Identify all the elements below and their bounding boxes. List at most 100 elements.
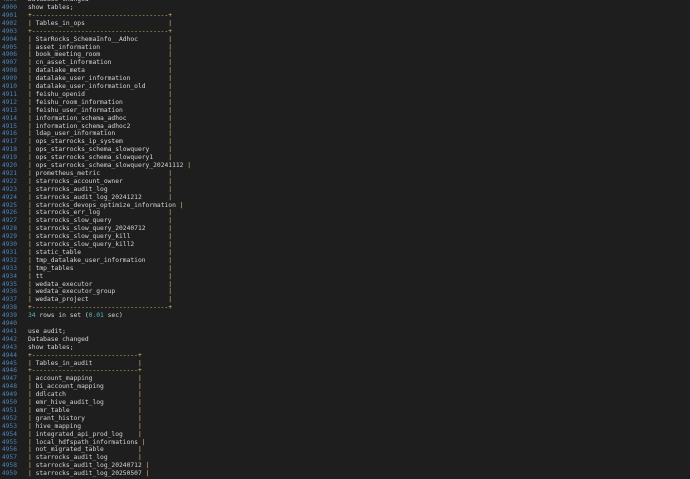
line-text: | cn_asset_information | bbox=[28, 59, 173, 67]
line-text: | emr_table | bbox=[28, 406, 142, 414]
line-number: 4942 bbox=[1, 335, 17, 343]
line-text: +----------------------------+ bbox=[28, 367, 142, 375]
line-text: | wedata_project | bbox=[28, 296, 173, 304]
terminal-line: 4908 | datalake_meta | bbox=[0, 67, 690, 75]
line-number: 4902 bbox=[1, 19, 17, 27]
line-number: 4940 bbox=[1, 320, 17, 327]
line-number: 4916 bbox=[1, 130, 17, 138]
terminal-line: 4924 | starrocks_audit_log_20241212 | bbox=[0, 194, 690, 202]
terminal-line: 4928 | starrocks_slow_query_20240712 | bbox=[0, 225, 690, 233]
line-text: | starrocks_audit_log_20241212 | bbox=[28, 193, 173, 201]
line-number: 4949 bbox=[1, 391, 17, 399]
line-number: 4958 bbox=[1, 462, 17, 470]
terminal-line: 4915 | information_schema_adhoc2 | bbox=[0, 123, 690, 131]
terminal-line: 4932 | tmp_datalake_user_information | bbox=[0, 257, 690, 265]
line-text: Database changed bbox=[28, 335, 89, 343]
line-text: | starrocks_audit_log_20250507 | bbox=[28, 470, 150, 478]
line-number: 4938 bbox=[1, 304, 17, 312]
line-number: 4917 bbox=[1, 138, 17, 146]
line-number: 4910 bbox=[1, 83, 17, 90]
terminal-line: 4900 show tables; bbox=[0, 4, 690, 12]
line-number: 4913 bbox=[1, 106, 17, 114]
line-number: 4936 bbox=[1, 288, 17, 296]
terminal-line: 4937 | wedata_project | bbox=[0, 296, 690, 304]
terminal-line: 4957 | starrocks_audit_log | bbox=[0, 454, 690, 462]
line-text: | datalake_meta | bbox=[28, 67, 173, 75]
line-text: | tt | bbox=[28, 272, 173, 280]
line-text: | emr_hive_audit_log | bbox=[28, 399, 142, 406]
line-text: | tmp_datalake_user_information | bbox=[28, 256, 173, 264]
line-number: 4951 bbox=[1, 406, 17, 414]
terminal-line: 4959 | starrocks_audit_log_20250507 | bbox=[0, 470, 690, 478]
line-number: 4925 bbox=[1, 201, 17, 209]
line-text: | datalake_user_information | bbox=[28, 75, 173, 83]
line-number: 4957 bbox=[1, 454, 17, 462]
terminal-line: 4941 use audit; bbox=[0, 328, 690, 336]
terminal-line: 4929 | starrocks_slow_query_kill | bbox=[0, 233, 690, 241]
line-number: 4912 bbox=[1, 98, 17, 106]
line-number: 4955 bbox=[1, 438, 17, 446]
terminal-line: 4920 | ops_starrocks_schema_slowquery_202… bbox=[0, 162, 690, 170]
terminal-line: 4921 | prometheus_metric | bbox=[0, 170, 690, 178]
terminal-line: 4916 | ldap_user_information | bbox=[0, 130, 690, 138]
line-text: | feishu_room_information | bbox=[28, 98, 173, 106]
line-text: +------------------------------------+ bbox=[28, 11, 173, 19]
line-text: | book_meeting_room | bbox=[28, 51, 173, 59]
line-text: +------------------------------------+ bbox=[28, 27, 173, 35]
line-text: | starrocks_audit_log | bbox=[28, 185, 173, 193]
line-text: | account_mapping | bbox=[28, 375, 142, 383]
terminal-line: 4902 | Tables_in_ops | bbox=[0, 20, 690, 28]
line-text: | Tables_in_audit | bbox=[28, 359, 142, 367]
terminal-line: 4953 | hive_mapping | bbox=[0, 423, 690, 431]
line-text: | not_migrated_table | bbox=[28, 446, 142, 454]
line-text: | feishu_openid | bbox=[28, 90, 173, 98]
line-text: | StarRocks_SchemaInfo__Adhoc | bbox=[28, 35, 173, 43]
line-number: 4944 bbox=[1, 351, 17, 359]
terminal-output[interactable]: 4899Database changed4900show tables;4901… bbox=[0, 0, 690, 479]
line-text: +------------------------------------+ bbox=[28, 304, 173, 312]
terminal-line: 4925 | starrocks_devops_optimize_informat… bbox=[0, 202, 690, 210]
terminal-line: 4938 +-----------------------------------… bbox=[0, 304, 690, 312]
line-text: | information_schema_adhoc | bbox=[28, 114, 173, 122]
terminal-line: 4943 show tables; bbox=[0, 344, 690, 352]
terminal-line: 4903 +-----------------------------------… bbox=[0, 28, 690, 36]
terminal-line: 4914 | information_schema_adhoc | bbox=[0, 115, 690, 123]
line-text: | wedata_executor | bbox=[28, 280, 173, 288]
line-text: | starrocks_devops_optimize_information … bbox=[28, 201, 184, 209]
line-text: | tmp_tables | bbox=[28, 264, 173, 272]
line-text: | grant_history | bbox=[28, 414, 142, 422]
line-number: 4905 bbox=[1, 43, 17, 51]
line-number: 4926 bbox=[1, 209, 17, 217]
terminal-line: 4909 | datalake_user_information | bbox=[0, 75, 690, 83]
line-number: 4928 bbox=[1, 225, 17, 233]
terminal-line: 4935 | wedata_executor | bbox=[0, 281, 690, 289]
line-number: 4933 bbox=[1, 264, 17, 272]
line-number: 4927 bbox=[1, 217, 17, 225]
terminal-line: 4910 | datalake_user_information_old | bbox=[0, 83, 690, 91]
terminal-line: 4936 | wedata_executor_group | bbox=[0, 288, 690, 296]
line-number: 4914 bbox=[1, 114, 17, 122]
terminal-line: 4939 34 rows in set (0.01 sec) bbox=[0, 312, 690, 320]
line-text: | starrocks_slow_query_kill2 | bbox=[28, 241, 173, 248]
terminal-line: 4918 | ops_starrocks_schema_slowquery | bbox=[0, 146, 690, 154]
terminal-line: 4948 | bi_account_mapping | bbox=[0, 383, 690, 391]
line-text: | Tables_in_ops | bbox=[28, 19, 173, 27]
line-number: 4900 bbox=[1, 4, 17, 11]
line-number: 4954 bbox=[1, 430, 17, 438]
line-text: | starrocks_audit_log_20240712 | bbox=[28, 462, 150, 470]
line-number: 4909 bbox=[1, 75, 17, 83]
terminal-line: 4901 +-----------------------------------… bbox=[0, 12, 690, 20]
terminal-line: 4946 +----------------------------+ bbox=[0, 367, 690, 375]
line-text: | datalake_user_information_old | bbox=[28, 83, 173, 90]
line-text: | starrocks_account_owner | bbox=[28, 177, 173, 185]
line-number: 4952 bbox=[1, 414, 17, 422]
line-number: 4935 bbox=[1, 280, 17, 288]
terminal-line: 4933 | tmp_tables | bbox=[0, 265, 690, 273]
terminal-line: 4912 | feishu_room_information | bbox=[0, 99, 690, 107]
line-number: 4911 bbox=[1, 90, 17, 98]
line-number: 4907 bbox=[1, 59, 17, 67]
line-number: 4956 bbox=[1, 446, 17, 454]
line-text: show tables; bbox=[28, 343, 74, 351]
line-text: | feishu_user_information | bbox=[28, 106, 173, 114]
terminal-line: 4904 | StarRocks_SchemaInfo__Adhoc | bbox=[0, 36, 690, 44]
